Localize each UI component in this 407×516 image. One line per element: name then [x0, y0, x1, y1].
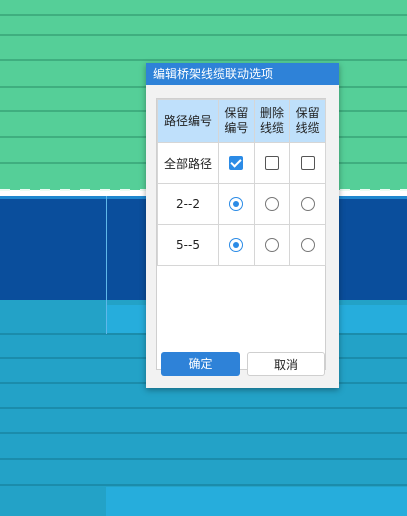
checkbox-keep-cable-all[interactable] — [300, 156, 315, 171]
radio-delete-cable[interactable] — [264, 238, 279, 253]
options-table: 路径编号 保留 编号 删除 线缆 保留 线缆 全部路径 2--2 5--5 — [157, 99, 326, 266]
dialog-title: 编辑桥架线缆联动选项 — [146, 63, 339, 85]
table-row: 5--5 — [157, 224, 326, 266]
vertical-guide — [106, 196, 107, 334]
radio-keep-cable[interactable] — [300, 197, 315, 212]
radio-delete-cable[interactable] — [264, 197, 279, 212]
divider — [0, 59, 407, 61]
divider — [0, 484, 407, 486]
table-header: 路径编号 保留 编号 删除 线缆 保留 线缆 — [157, 99, 326, 143]
highlight-band — [106, 487, 407, 516]
ok-button[interactable]: 确定 — [161, 352, 240, 376]
checkbox-keep-number-all[interactable] — [229, 156, 244, 171]
radio-keep-cable[interactable] — [300, 238, 315, 253]
col-header-keep-cable: 保留 线缆 — [289, 99, 326, 143]
row-label: 2--2 — [157, 183, 219, 225]
radio-keep-number[interactable] — [229, 238, 244, 253]
cancel-button[interactable]: 取消 — [247, 352, 325, 376]
row-label: 5--5 — [157, 224, 219, 266]
col-header-keep-number: 保留 编号 — [218, 99, 255, 143]
col-header-delete-cable: 删除 线缆 — [253, 99, 291, 143]
table-row: 2--2 — [157, 183, 326, 225]
divider — [0, 458, 407, 460]
options-panel: 路径编号 保留 编号 删除 线缆 保留 线缆 全部路径 2--2 5--5 — [156, 98, 326, 370]
radio-keep-number[interactable] — [229, 197, 244, 212]
checkbox-delete-cable-all[interactable] — [264, 156, 279, 171]
table-row: 全部路径 — [157, 142, 326, 184]
col-header-path: 路径编号 — [157, 99, 219, 143]
divider — [0, 432, 407, 434]
row-label: 全部路径 — [157, 142, 219, 184]
divider — [0, 407, 407, 409]
divider — [0, 34, 407, 36]
link-options-dialog: 编辑桥架线缆联动选项 路径编号 保留 编号 删除 线缆 保留 线缆 全部路径 2… — [146, 63, 339, 388]
divider — [0, 14, 407, 16]
